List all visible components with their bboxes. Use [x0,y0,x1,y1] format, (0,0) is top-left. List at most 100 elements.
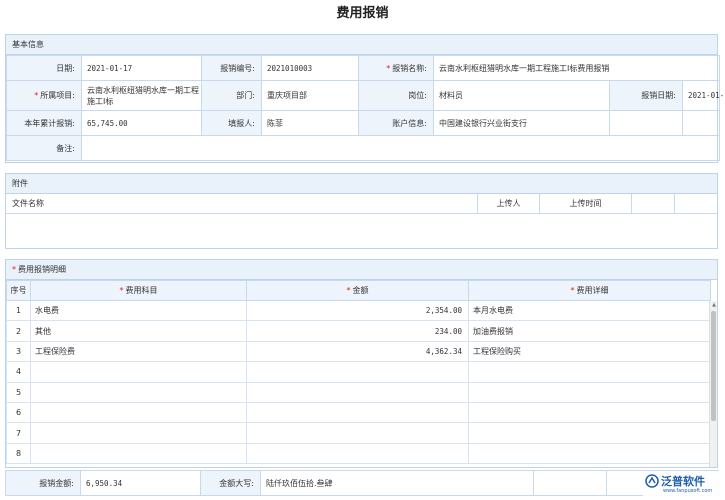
col-upload-time: 上传时间 [540,194,632,213]
row-number: 4 [6,361,31,383]
empty-cell [609,110,683,136]
row-number: 6 [6,401,31,424]
reimburse-date-label: 报销日期: [609,80,683,111]
basic-info-table: 日期: 2021-01-17 报销编号: 2021010003 * 报销名称: 云… [6,55,725,161]
subject-cell[interactable] [30,361,247,383]
filler-field[interactable]: 陈菲 [261,110,359,136]
amount-upper-label: 金额大写: [200,470,261,496]
summary-table: 报销金额: 6,950.34 金额大写: 陆仟玖佰伍拾.叁肆 [5,470,719,496]
table-row[interactable]: 8 [6,442,711,465]
project-field[interactable]: 云南水利枢纽猎明水库一期工程施工I标 [81,80,202,111]
row-number: 2 [6,320,31,342]
attachment-header: 附件 [6,174,717,194]
subject-cell[interactable]: 水电费 [30,299,247,322]
project-label: * 所属项目: [6,80,82,111]
detail-cell[interactable] [468,442,711,465]
table-row[interactable]: 1 水电费 2,354.00 本月水电费 [6,299,711,322]
table-row[interactable]: 4 [6,361,711,383]
empty-cell [681,110,721,136]
scroll-up-icon[interactable]: ▲ [710,301,717,309]
name-label: * 报销名称: [358,55,434,81]
required-mark: * [570,286,575,295]
table-row[interactable]: 3 工程保险费 4,362.34 工程保险购买 [6,340,711,363]
row-number: 8 [6,442,31,465]
brand-name: 泛普软件 [661,475,705,488]
basic-info-header: 基本信息 [6,35,717,55]
subject-cell[interactable]: 工程保险费 [30,340,247,363]
summary-row: 报销金额: 6,950.34 金额大写: 陆仟玖佰伍拾.叁肆 [5,470,719,496]
amount-cell[interactable] [246,361,469,383]
dept-field[interactable]: 重庆项目部 [261,80,359,111]
page-title: 费用报销 [336,6,389,21]
brand-url: www.fanpusoft.com [663,488,713,494]
detail-cell[interactable]: 工程保险购买 [468,340,711,363]
required-mark: * [12,265,16,274]
subject-cell[interactable] [30,401,247,424]
account-field[interactable]: 中国建设银行兴业街支行 [433,110,610,136]
subject-cell[interactable] [30,381,247,403]
row-number: 7 [6,422,31,444]
total-amount-label: 报销金额: [5,470,81,496]
amount-cell[interactable] [246,442,469,465]
required-mark: * [346,286,351,295]
amount-cell[interactable] [246,381,469,403]
remark-label: 备注: [6,135,82,161]
col-action-1 [632,194,675,213]
scrollbar-thumb[interactable] [711,311,716,421]
date-label: 日期: [6,55,82,81]
row-number: 5 [6,381,31,403]
table-row[interactable]: 7 [6,422,711,444]
ytd-field: 65,745.00 [81,110,202,136]
empty-cell [533,470,607,496]
post-label: 岗位: [358,80,434,111]
col-filename: 文件名称 [6,194,478,213]
col-subject: * 费用科目 [30,280,247,301]
row-number: 1 [6,299,31,322]
reimburse-date-field[interactable]: 2021-01-17 [681,80,725,111]
subject-cell[interactable]: 其他 [30,320,247,342]
details-panel: * 费用报销明细 序号 * 费用科目 * 金额 * 费用详细 1 水电费 2,354.00 本… [5,259,718,468]
table-row[interactable]: 6 [6,401,711,424]
detail-cell[interactable] [468,422,711,444]
col-no: 序号 [6,280,31,301]
col-action-2 [675,194,717,213]
required-mark: * [119,286,124,295]
ytd-label: 本年累计报销: [6,110,82,136]
dept-label: 部门: [201,80,262,111]
attachment-columns: 文件名称 上传人 上传时间 [6,194,717,214]
amount-cell[interactable]: 234.00 [246,320,469,342]
subject-cell[interactable] [30,422,247,444]
total-amount-field: 6,950.34 [80,470,201,496]
amount-cell[interactable]: 4,362.34 [246,340,469,363]
details-table: 序号 * 费用科目 * 金额 * 费用详细 1 水电费 2,354.00 本月水电费 2 其他 2… [6,280,711,465]
account-label: 账户信息: [358,110,434,136]
code-field[interactable]: 2021010003 [261,55,359,81]
detail-cell[interactable]: 加油费报销 [468,320,711,342]
basic-info-panel: 基本信息 日期: 2021-01-17 报销编号: 2021010003 * 报销… [5,34,725,163]
date-field[interactable]: 2021-01-17 [81,55,202,81]
subject-cell[interactable] [30,442,247,465]
brand-mark-icon [645,474,659,488]
amount-cell[interactable] [246,422,469,444]
brand-logo: 泛普软件 www.fanpusoft.com [643,471,719,497]
filler-label: 填报人: [201,110,262,136]
detail-cell[interactable] [468,401,711,424]
required-mark: * [34,91,39,100]
post-field[interactable]: 材料员 [433,80,610,111]
col-amount: * 金额 [246,280,469,301]
col-detail: * 费用详细 [468,280,711,301]
table-row[interactable]: 2 其他 234.00 加油费报销 [6,320,711,342]
table-row[interactable]: 5 [6,381,711,403]
amount-upper-field: 陆仟玖佰伍拾.叁肆 [260,470,534,496]
detail-cell[interactable]: 本月水电费 [468,299,711,322]
details-header: * 费用报销明细 [6,260,717,280]
amount-cell[interactable] [246,401,469,424]
required-mark: * [386,63,391,73]
col-uploader: 上传人 [478,194,540,213]
detail-cell[interactable] [468,361,711,383]
detail-cell[interactable] [468,381,711,403]
details-scrollbar[interactable]: ▲ ▼ [709,301,717,467]
amount-cell[interactable]: 2,354.00 [246,299,469,322]
remark-field[interactable] [80,135,721,161]
name-field[interactable]: 云南水利枢纽猎明水库一期工程施工I标费用报销 [432,55,721,81]
